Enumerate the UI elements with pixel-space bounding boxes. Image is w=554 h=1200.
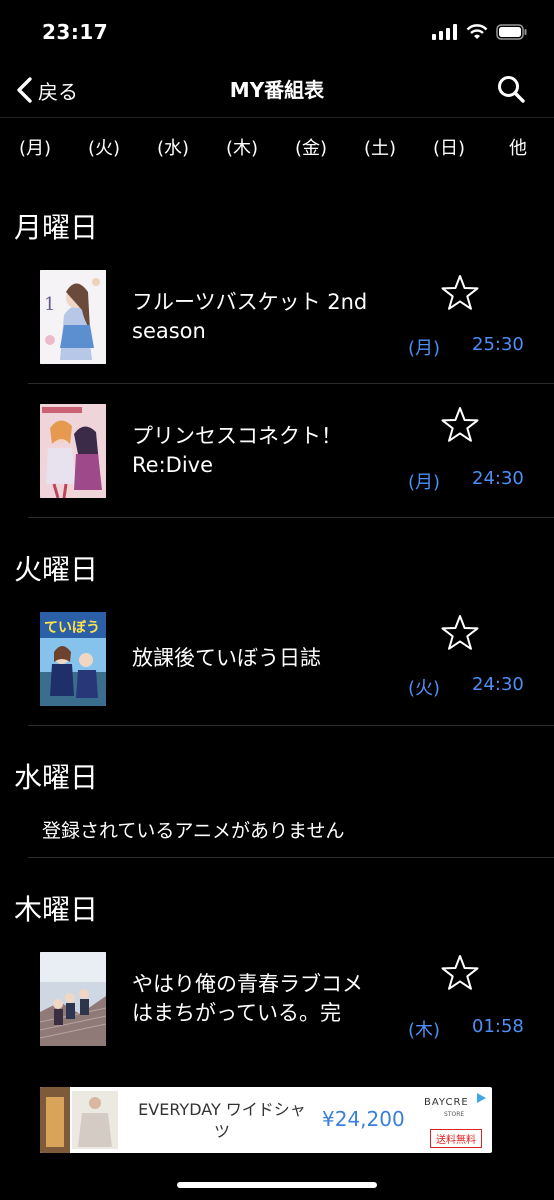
program-thumbnail: 1 [40,270,106,364]
program-title-line: season [132,319,206,343]
status-time: 23:17 [42,20,109,44]
tab-tue[interactable]: (火) [79,134,129,160]
day-tabs: (月) (火) (水) (木) (金) (土) (日) 他 [0,134,554,164]
signal-icon [432,24,457,40]
favorite-star-icon[interactable] [441,406,479,444]
ad-left-image [40,1087,70,1153]
section-heading-thursday: 木曜日 [14,893,99,926]
row-divider [28,517,554,518]
status-icons [432,22,528,42]
program-row-fruits-basket[interactable]: 1 フルーツバスケット 2nd season (月) 25:30 [0,258,554,382]
program-title: フルーツバスケット 2nd season [132,288,392,346]
row-divider [28,857,554,858]
tab-other[interactable]: 他 [493,134,543,160]
favorite-star-icon[interactable] [441,954,479,992]
program-time: 25:30 [472,334,524,355]
program-time: 24:30 [472,468,524,489]
program-day: (月) [408,338,441,359]
tab-sun[interactable]: (日) [424,134,474,160]
program-time: 01:58 [472,1016,524,1037]
favorite-star-icon[interactable] [441,614,479,652]
section-heading-wednesday: 水曜日 [14,761,99,794]
svg-text:1: 1 [44,294,55,315]
program-title: 放課後ていぼう日誌 [132,644,392,673]
battery-icon [496,24,527,40]
program-row-oregairu[interactable]: やはり俺の青春ラブコメ はまちがっている。完 (木) 01:58 [0,940,554,1064]
ad-badge: 送料無料 [430,1129,482,1148]
program-thumbnail [40,404,106,498]
ad-brand: BAYCRE [424,1097,469,1108]
search-button[interactable] [496,74,526,104]
ad-product-name: EVERYDAY ワイドシャ ツ [132,1099,312,1143]
ad-product-line: EVERYDAY ワイドシャ [138,1100,306,1119]
row-divider [28,383,554,384]
program-title-line: フルーツバスケット 2nd [132,290,368,314]
tab-mon[interactable]: (月) [10,134,60,160]
program-time: 24:30 [472,674,524,695]
program-title: プリンセスコネクト！ Re:Dive [132,422,392,480]
tab-fri[interactable]: (金) [286,134,336,160]
home-indicator [177,1182,377,1188]
svg-text:ていぼう: ていぼう [44,620,100,636]
empty-message: 登録されているアニメがありません [42,820,345,842]
favorite-star-icon[interactable] [441,274,479,312]
ad-brand-sub: STORE [444,1111,465,1118]
ad-product-line: ツ [213,1122,230,1141]
program-thumbnail [40,952,106,1046]
section-heading-monday: 月曜日 [14,211,99,244]
program-day: (火) [408,678,441,699]
row-divider [28,725,554,726]
program-title-line: プリンセスコネクト！ [132,424,342,448]
tab-thu[interactable]: (木) [217,134,267,160]
wifi-icon [466,24,488,39]
section-heading-tuesday: 火曜日 [14,553,99,586]
tab-sat[interactable]: (土) [355,134,405,160]
program-row-princess-connect[interactable]: プリンセスコネクト！ Re:Dive (月) 24:30 [0,392,554,516]
search-icon [498,76,525,103]
program-day: (月) [408,472,441,493]
program-row-teibou-nisshi[interactable]: ていぼう 放課後ていぼう日誌 (火) 24:30 [0,600,554,724]
tab-wed[interactable]: (水) [148,134,198,160]
program-title-line: Re:Dive [132,453,213,477]
program-title-line: やはり俺の青春ラブコメ [132,972,363,996]
ad-price: ¥24,200 [322,1107,405,1131]
nav-divider [0,117,554,118]
program-title-line: 放課後ていぼう日誌 [132,646,321,670]
ad-choices-icon[interactable] [474,1091,488,1105]
program-thumbnail: ていぼう [40,612,106,706]
ad-product-image [72,1091,118,1149]
program-title: やはり俺の青春ラブコメ はまちがっている。完 [132,970,392,1028]
ad-banner[interactable]: EVERYDAY ワイドシャ ツ ¥24,200 BAYCRE STORE 送料… [40,1087,492,1153]
program-title-line: はまちがっている。完 [132,1001,341,1025]
program-day: (木) [408,1020,441,1041]
page-title: MY番組表 [229,78,325,102]
